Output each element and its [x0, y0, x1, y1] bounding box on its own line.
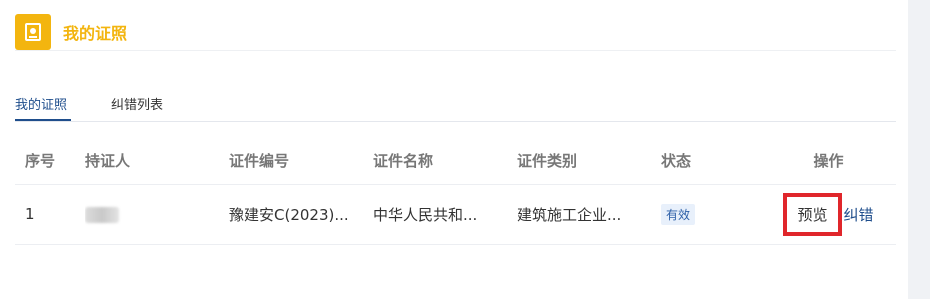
- header-divider: [15, 50, 896, 51]
- correct-button[interactable]: 纠错: [844, 204, 874, 225]
- preview-button[interactable]: 预览: [783, 192, 842, 236]
- col-index: 序号: [15, 138, 85, 185]
- section-header: 我的证照: [15, 14, 127, 50]
- status-badge: 有效: [661, 203, 696, 225]
- col-actions: 操作: [761, 138, 896, 185]
- row-actions: 预览 纠错: [761, 184, 896, 245]
- col-number: 证件编号: [229, 138, 373, 185]
- col-status: 状态: [661, 138, 761, 185]
- col-holder: 持证人: [85, 138, 229, 185]
- table-row: 1 豫建安C(2023)... 中华人民共和... 建筑施工企业... 有效 预…: [15, 184, 896, 245]
- tab-correction-list[interactable]: 纠错列表: [111, 94, 163, 113]
- blurred-holder-name: [85, 206, 119, 223]
- tab-bar: 我的证照 纠错列表: [15, 88, 896, 122]
- col-category: 证件类别: [517, 138, 661, 185]
- row-category: 建筑施工企业...: [517, 184, 661, 245]
- certificate-icon: [15, 14, 51, 50]
- table-header-row: 序号 持证人 证件编号 证件名称 证件类别 状态 操作: [15, 138, 896, 185]
- col-name: 证件名称: [373, 138, 517, 185]
- tab-my-certificates[interactable]: 我的证照: [15, 94, 67, 113]
- main-panel: 我的证照 我的证照 纠错列表 序号 持证人 证件编号 证件名称 证件类别 状态 …: [0, 0, 908, 299]
- certificate-table: 序号 持证人 证件编号 证件名称 证件类别 状态 操作 1 豫建安C(2023)…: [15, 138, 896, 245]
- row-name: 中华人民共和...: [373, 184, 517, 245]
- active-tab-indicator: [15, 119, 71, 121]
- row-number: 豫建安C(2023)...: [229, 184, 373, 245]
- row-status-cell: 有效: [661, 184, 761, 245]
- page-title: 我的证照: [63, 24, 128, 43]
- row-index: 1: [15, 184, 85, 245]
- row-holder: [85, 184, 229, 245]
